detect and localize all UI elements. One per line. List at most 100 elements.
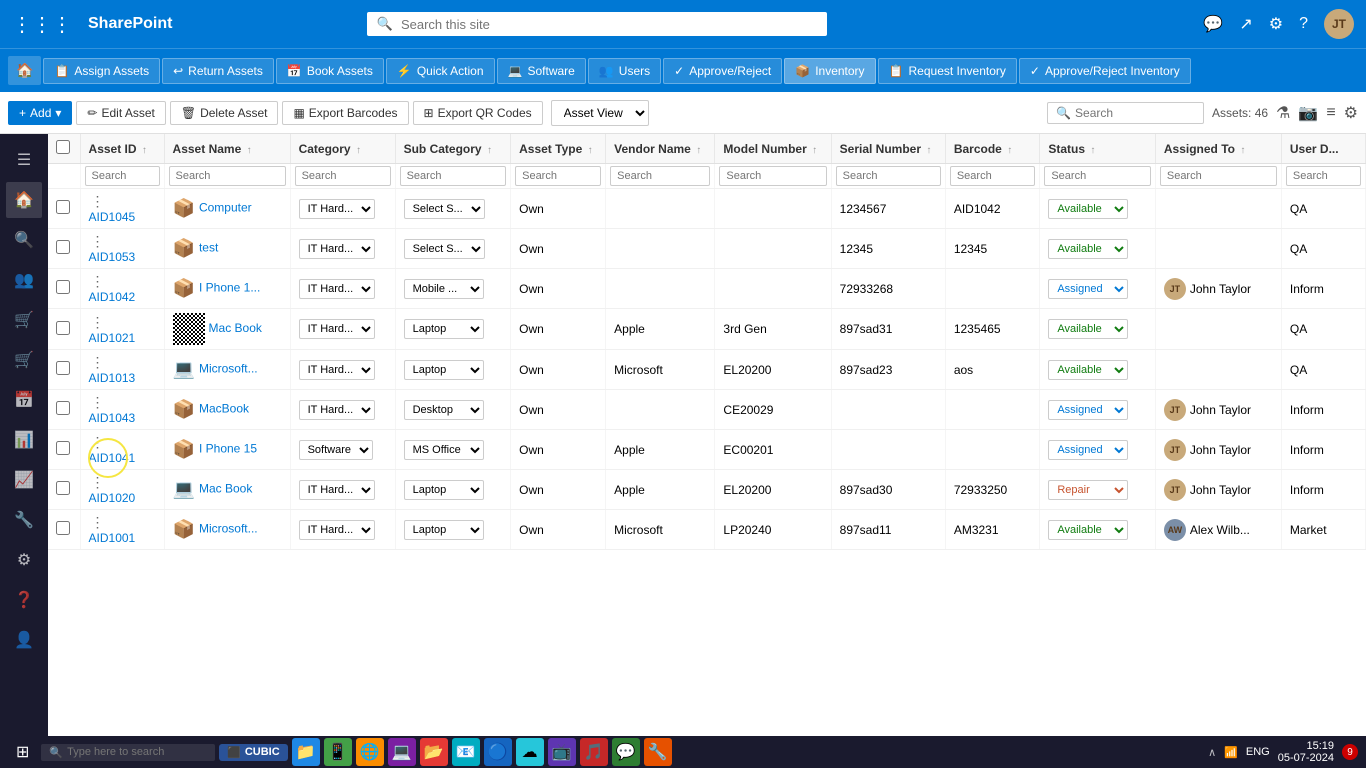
vendor-sort-icon[interactable]: ↑ [696,145,701,156]
status-select[interactable]: Available [1048,199,1128,219]
sidebar-tools-icon[interactable]: 🔧 [6,502,42,538]
col-header-assignedto[interactable]: Assigned To ↑ [1155,134,1281,164]
search-barcode[interactable] [950,166,1036,186]
asset-view-select[interactable]: Asset View [551,100,649,126]
sidebar-home-icon[interactable]: 🏠 [6,182,42,218]
nav-assign-assets[interactable]: 📋 Assign Assets [43,58,160,84]
subcategory-select[interactable]: Select S... [404,239,485,259]
status-select[interactable]: Available [1048,360,1128,380]
subcategory-sort-icon[interactable]: ↑ [487,145,492,156]
assetname-sort-icon[interactable]: ↑ [247,145,252,156]
sidebar-analytics-icon[interactable]: 📈 [6,462,42,498]
row-checkbox[interactable] [56,401,70,415]
nav-home-button[interactable]: 🏠 [8,56,41,85]
taskbar-up-arrow[interactable]: ∧ [1208,746,1216,759]
row-checkbox[interactable] [56,521,70,535]
asset-id-link[interactable]: AID1053 [89,250,136,264]
search-dept[interactable] [1286,166,1361,186]
cubic-app[interactable]: ⬛ CUBIC [219,744,288,761]
start-button[interactable]: ⊞ [8,740,37,764]
taskbar-network-icon[interactable]: 📶 [1224,746,1238,759]
sidebar-reports-icon[interactable]: 📊 [6,422,42,458]
nav-quick-action[interactable]: ⚡ Quick Action [386,58,495,84]
table-search-input[interactable] [1075,106,1195,120]
help-icon[interactable]: ? [1299,15,1308,33]
asset-id-link[interactable]: AID1001 [89,531,136,545]
asset-name-link[interactable]: Microsoft... [199,362,258,376]
asset-name-link[interactable]: I Phone 15 [199,442,257,456]
asset-name-link[interactable]: Computer [199,201,252,215]
edit-asset-button[interactable]: ✏ Edit Asset [76,101,165,125]
status-select[interactable]: Assigned [1048,279,1128,299]
category-select[interactable]: IT Hard... [299,400,375,420]
search-assetname[interactable] [169,166,286,186]
nav-software[interactable]: 💻 Software [497,58,586,84]
col-header-serial[interactable]: Serial Number ↑ [831,134,945,164]
row-menu-dots[interactable]: ⋮ [89,514,107,530]
col-header-assetname[interactable]: Asset Name ↑ [164,134,290,164]
nav-request-inventory[interactable]: 📋 Request Inventory [878,58,1017,84]
search-category[interactable] [295,166,391,186]
asset-name-link[interactable]: Mac Book [209,321,262,335]
row-checkbox[interactable] [56,321,70,335]
table-settings-icon[interactable]: ⚙ [1344,103,1358,123]
sidebar-cart-icon[interactable]: 🛒 [6,302,42,338]
taskbar-app-browser[interactable]: 🌐 [356,738,384,766]
sidebar-settings-icon[interactable]: ⚙ [9,542,39,578]
sidebar-profile-icon[interactable]: 👤 [6,622,42,658]
col-header-status[interactable]: Status ↑ [1040,134,1156,164]
search-vendor[interactable] [610,166,710,186]
col-header-model[interactable]: Model Number ↑ [715,134,831,164]
search-serial[interactable] [836,166,941,186]
columns-icon[interactable]: ≡ [1326,104,1335,122]
category-select[interactable]: IT Hard... [299,199,375,219]
search-model[interactable] [719,166,826,186]
filter-icon[interactable]: ⚗ [1276,103,1290,123]
search-subcategory[interactable] [400,166,507,186]
status-sort-icon[interactable]: ↑ [1090,145,1095,156]
asset-id-link[interactable]: AID1041 [89,451,136,465]
status-select[interactable]: Available [1048,319,1128,339]
select-all-checkbox[interactable] [56,140,70,154]
taskbar-search[interactable]: 🔍 [41,744,215,761]
taskbar-app-code[interactable]: 💻 [388,738,416,766]
row-menu-dots[interactable]: ⋮ [89,193,107,209]
row-menu-dots[interactable]: ⋮ [89,434,107,450]
status-select[interactable]: Available [1048,239,1128,259]
row-menu-dots[interactable]: ⋮ [89,354,107,370]
subcategory-select[interactable]: Laptop [404,319,484,339]
category-select[interactable]: IT Hard... [299,520,375,540]
nav-inventory[interactable]: 📦 Inventory [784,58,875,84]
col-header-vendor[interactable]: Vendor Name ↑ [606,134,715,164]
table-search-box[interactable]: 🔍 [1047,102,1204,124]
asset-name-link[interactable]: MacBook [199,402,249,416]
settings-icon[interactable]: ⚙ [1269,14,1283,34]
assignedto-sort-icon[interactable]: ↑ [1240,145,1245,156]
export-qr-button[interactable]: ⊞ Export QR Codes [413,101,543,125]
nav-approve-reject-inventory[interactable]: ✓ Approve/Reject Inventory [1019,58,1191,84]
subcategory-select[interactable]: Mobile ... [404,279,484,299]
delete-asset-button[interactable]: 🗑 Delete Asset [170,101,279,125]
search-status[interactable] [1044,166,1151,186]
serial-sort-icon[interactable]: ↑ [926,145,931,156]
taskbar-app-chat[interactable]: 💬 [612,738,640,766]
taskbar-app-blue[interactable]: 🔵 [484,738,512,766]
asset-id-link[interactable]: AID1013 [89,371,136,385]
sidebar-users-icon[interactable]: 👥 [6,262,42,298]
row-checkbox[interactable] [56,361,70,375]
nav-approve-reject[interactable]: ✓ Approve/Reject [663,58,782,84]
status-select[interactable]: Available [1048,520,1128,540]
taskbar-app-folder[interactable]: 📂 [420,738,448,766]
assetid-sort-icon[interactable]: ↑ [142,145,147,156]
asset-id-link[interactable]: AID1020 [89,491,136,505]
export-barcodes-button[interactable]: ▦ Export Barcodes [282,101,408,125]
row-checkbox[interactable] [56,280,70,294]
taskbar-app-mail[interactable]: 📧 [452,738,480,766]
sidebar-cart2-icon[interactable]: 🛒 [6,342,42,378]
asset-id-link[interactable]: AID1042 [89,290,136,304]
row-checkbox[interactable] [56,441,70,455]
row-menu-dots[interactable]: ⋮ [89,474,107,490]
subcategory-select[interactable]: Laptop [404,520,484,540]
taskbar-app-sen[interactable]: 🔧 [644,738,672,766]
col-header-barcode[interactable]: Barcode ↑ [945,134,1040,164]
